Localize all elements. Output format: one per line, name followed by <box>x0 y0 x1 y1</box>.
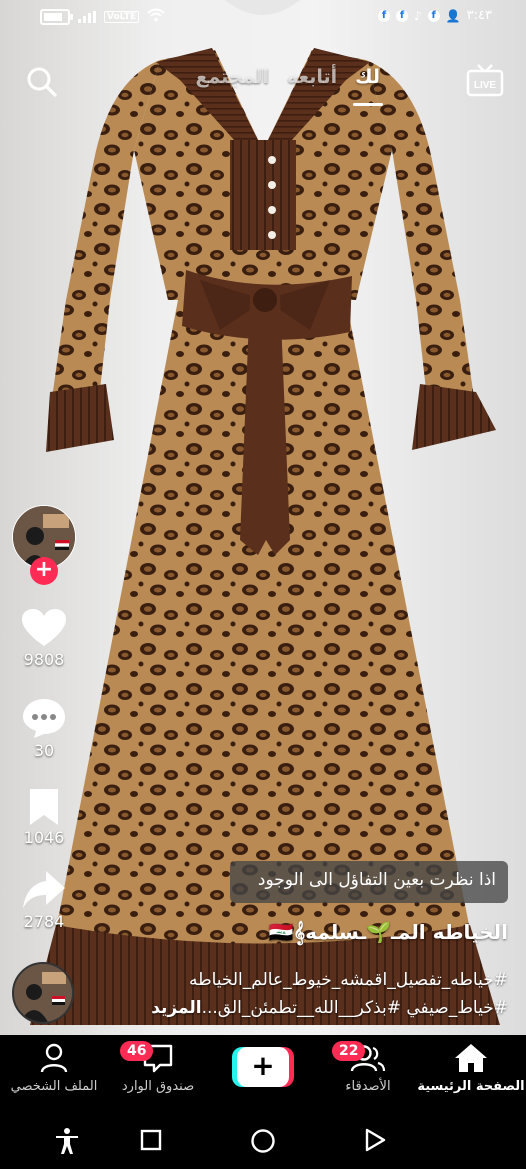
recents-icon <box>140 1129 162 1151</box>
nav-home-label: الصفحة الرئيسية <box>417 1079 525 1094</box>
heart-icon[interactable] <box>21 608 67 648</box>
description-line-1[interactable]: #خياطه_تفصيل_اقمشه_خيوط_عالم_الخياطه <box>189 970 508 990</box>
wifi-icon <box>147 8 165 26</box>
tiktok-feed-screen: VoLTE f f ♪ f 👤 ٣:٤٣ لك أتابعه المجتمع L… <box>0 0 526 1169</box>
nav-profile-label: الملف الشخصي <box>10 1079 98 1094</box>
recents-button[interactable] <box>140 1129 162 1155</box>
tab-community[interactable]: المجتمع <box>195 62 269 102</box>
status-left: VoLTE <box>40 8 165 26</box>
more-link[interactable]: المزيد <box>151 998 201 1018</box>
status-bar: VoLTE f f ♪ f 👤 ٣:٤٣ <box>0 0 526 36</box>
battery-icon <box>40 9 73 25</box>
comment-icon[interactable] <box>22 697 66 739</box>
top-bar: لك أتابعه المجتمع LIVE <box>0 56 526 106</box>
accessibility-icon <box>56 1128 78 1154</box>
follow-button[interactable]: + <box>30 557 58 585</box>
network-label: VoLTE <box>104 11 140 23</box>
caption-text: اذا نظرت بعين التفاؤل الى الوجود <box>257 870 496 890</box>
comment-action[interactable]: 30 <box>0 697 88 760</box>
facebook-icon: f <box>396 9 409 22</box>
like-action[interactable]: 9808 <box>0 608 88 669</box>
back-triangle-icon <box>365 1128 386 1152</box>
search-button[interactable] <box>24 64 60 100</box>
feed-tabs: لك أتابعه المجتمع <box>150 62 380 102</box>
nav-inbox[interactable]: 46 صندوق الوارد <box>112 1041 204 1094</box>
nav-inbox-label: صندوق الوارد <box>121 1079 195 1094</box>
signal-icon <box>78 11 96 23</box>
nav-friends[interactable]: 22 الأصدقاء <box>328 1041 408 1094</box>
accessibility-button[interactable] <box>54 1127 80 1159</box>
live-button[interactable]: LIVE <box>466 64 504 98</box>
profile-icon <box>40 1043 68 1073</box>
share-icon[interactable] <box>22 870 66 910</box>
person-add-icon: 👤 <box>445 8 461 23</box>
description-text: #خياط_صيفي #بذكر__الله__تطمئن_الق... <box>201 998 508 1018</box>
creator-username[interactable]: الخياطه المـ🌱ـسلمه🇮🇶𝄞 <box>268 920 508 944</box>
description-line-2[interactable]: #خياط_صيفي #بذكر__الله__تطمئن_الق...المز… <box>151 998 508 1018</box>
clock: ٣:٤٣ <box>466 8 492 23</box>
search-icon <box>27 67 57 97</box>
bookmark-icon[interactable] <box>27 788 61 826</box>
system-navigation-bar <box>0 1111 526 1169</box>
tab-for-you[interactable]: لك <box>355 62 380 102</box>
live-tv-icon: LIVE <box>466 64 504 97</box>
share-count: 2784 <box>23 912 65 931</box>
home-icon <box>455 1044 487 1072</box>
save-action[interactable]: 1046 <box>0 788 88 847</box>
inbox-badge: 46 <box>120 1041 154 1061</box>
facebook-icon: f <box>378 9 391 22</box>
status-right: f f ♪ f 👤 ٣:٤٣ <box>378 8 492 23</box>
comment-count: 30 <box>33 741 55 760</box>
nav-home[interactable]: الصفحة الرئيسية <box>416 1043 526 1094</box>
facebook-icon: f <box>427 9 440 22</box>
tab-following[interactable]: أتابعه <box>287 62 337 102</box>
bottom-navigation: الملف الشخصي 46 صندوق الوارد + 22 الأصدق… <box>0 1035 526 1111</box>
back-button[interactable] <box>364 1128 386 1156</box>
share-action[interactable]: 2784 <box>0 870 88 931</box>
tiktok-icon: ♪ <box>414 8 422 23</box>
music-disc[interactable] <box>12 962 74 1024</box>
circle-home-icon <box>251 1129 275 1153</box>
home-system-button[interactable] <box>250 1128 276 1158</box>
music-disc-image <box>14 964 72 1022</box>
caption-overlay: اذا نظرت بعين التفاؤل الى الوجود <box>230 861 508 903</box>
save-count: 1046 <box>23 828 65 847</box>
nav-friends-label: الأصدقاء <box>345 1079 391 1094</box>
svg-text:LIVE: LIVE <box>474 80 497 91</box>
friends-badge: 22 <box>332 1041 366 1061</box>
creator-avatar[interactable]: + <box>12 505 76 585</box>
plus-icon: + <box>237 1047 289 1087</box>
nav-profile[interactable]: الملف الشخصي <box>6 1043 102 1094</box>
create-button[interactable]: + <box>232 1047 294 1087</box>
like-count: 9808 <box>23 650 65 669</box>
